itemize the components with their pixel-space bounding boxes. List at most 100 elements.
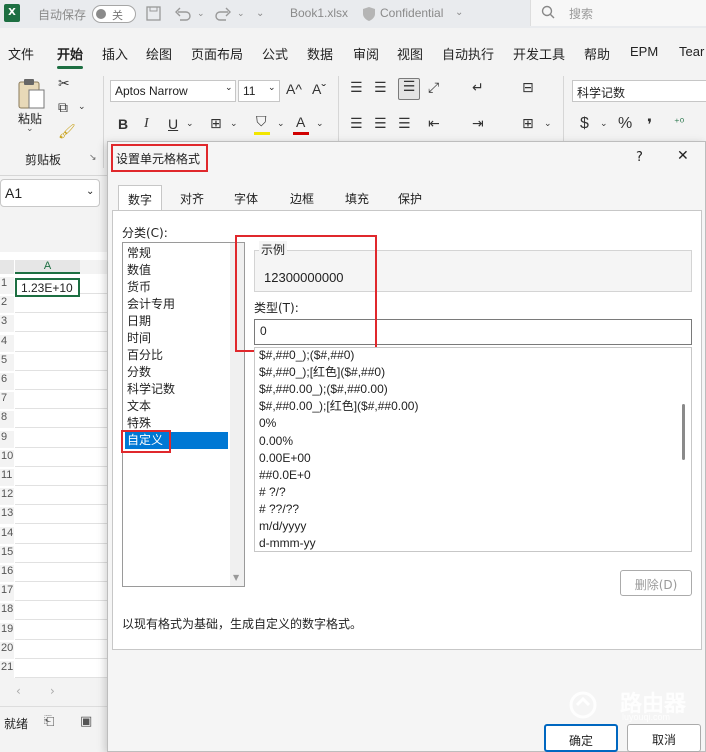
grid-row[interactable] xyxy=(15,373,110,390)
tab-font[interactable]: 字体 xyxy=(226,185,266,211)
italic-button[interactable]: I xyxy=(144,116,149,132)
format-item[interactable]: ##0.0E+0 xyxy=(259,467,311,484)
prev-sheet-icon[interactable]: ‹ xyxy=(16,684,21,698)
format-item[interactable]: d-mmm-yy xyxy=(259,535,316,551)
row-header[interactable]: 5 xyxy=(0,353,14,371)
shrink-font-icon[interactable]: Aˇ xyxy=(312,81,326,97)
menu-epm[interactable]: EPM xyxy=(630,44,658,59)
column-header-a[interactable]: A xyxy=(15,260,80,274)
row-header[interactable]: 2 xyxy=(0,296,14,314)
merge-dropdown-icon[interactable]: ⌄ xyxy=(544,119,552,129)
category-list[interactable]: 常规 数值 货币 会计专用 日期 时间 百分比 分数 科学记数 文本 特殊 自定义 ▼ xyxy=(122,242,245,587)
search-box[interactable]: 搜索 xyxy=(530,0,706,26)
underline-button[interactable]: U xyxy=(168,116,178,132)
undo-dropdown-icon[interactable]: ⌄ xyxy=(197,9,205,19)
tab-protection[interactable]: 保护 xyxy=(390,185,430,211)
sensitivity-label[interactable]: Confidential xyxy=(380,6,443,20)
redo-icon[interactable] xyxy=(214,6,232,22)
font-size-chevron-icon[interactable]: ⌄ xyxy=(268,83,276,93)
bold-button[interactable]: B xyxy=(118,116,128,132)
format-item[interactable]: $#,##0_);($#,##0) xyxy=(259,348,354,364)
menu-page-layout[interactable]: 页面布局 xyxy=(191,44,243,63)
grid-row[interactable] xyxy=(15,392,110,410)
comma-icon[interactable]: ❜ xyxy=(647,115,652,134)
increase-indent-icon[interactable]: ⇥ xyxy=(472,116,484,132)
menu-formulas[interactable]: 公式 xyxy=(262,44,288,63)
cut-icon[interactable]: ✂ xyxy=(58,76,70,92)
align-left-icon[interactable]: ☰ xyxy=(350,116,363,132)
format-item[interactable]: 0.00E+00 xyxy=(259,450,311,467)
merge-icon[interactable]: ⊞ xyxy=(522,116,534,132)
cell-a1[interactable]: 1.23E+10 xyxy=(15,278,80,297)
percent-icon[interactable]: % xyxy=(618,115,632,133)
close-icon[interactable]: ✕ xyxy=(677,148,689,164)
redo-dropdown-icon[interactable]: ⌄ xyxy=(237,9,245,19)
row-header[interactable]: 12 xyxy=(0,488,14,506)
chevron-down-icon[interactable]: ⌄ xyxy=(455,7,463,18)
menu-help[interactable]: 帮助 xyxy=(584,44,610,63)
row-header[interactable]: 15 xyxy=(0,545,14,563)
currency-dropdown-icon[interactable]: ⌄ xyxy=(600,119,608,129)
dialog-launcher-icon[interactable]: ↘ xyxy=(89,153,97,163)
menu-team[interactable]: Tear xyxy=(679,44,704,59)
grid-row[interactable] xyxy=(15,488,110,506)
menu-insert[interactable]: 插入 xyxy=(102,44,128,63)
category-item[interactable]: 科学记数 xyxy=(125,381,228,398)
category-item[interactable]: 文本 xyxy=(125,398,228,415)
name-box[interactable]: A1 xyxy=(0,179,100,207)
view-icon[interactable]: ▣ xyxy=(80,714,92,729)
grid-row[interactable] xyxy=(15,469,110,486)
tab-fill[interactable]: 填充 xyxy=(337,185,377,211)
copy-icon[interactable]: ⧉ xyxy=(58,100,68,116)
format-scrollbar[interactable] xyxy=(677,348,691,551)
category-item[interactable]: 常规 xyxy=(125,245,228,262)
grid-row[interactable] xyxy=(15,335,110,352)
select-all-corner[interactable] xyxy=(0,260,14,274)
format-painter-icon[interactable]: 🖌 xyxy=(58,124,76,140)
merge-center-icon[interactable]: ⊟ xyxy=(522,80,534,96)
format-list[interactable]: $#,##0_);($#,##0) $#,##0_);[红色]($#,##0) $#… xyxy=(254,347,692,552)
row-header[interactable]: 3 xyxy=(0,315,14,333)
align-middle-icon[interactable]: ☰ xyxy=(374,80,387,96)
grid-row[interactable] xyxy=(15,450,110,467)
row-header[interactable]: 11 xyxy=(0,469,14,486)
grid-row[interactable] xyxy=(15,642,110,659)
grid-row[interactable] xyxy=(15,296,110,314)
customize-toolbar-icon[interactable]: ⌄ xyxy=(256,8,264,19)
menu-draw[interactable]: 绘图 xyxy=(146,44,172,63)
grid-row[interactable] xyxy=(15,661,110,678)
row-header[interactable]: 13 xyxy=(0,507,14,525)
accessibility-icon[interactable]: ⎗ xyxy=(44,714,54,729)
currency-icon[interactable]: $ xyxy=(580,115,589,133)
cancel-button[interactable]: 取消 xyxy=(627,724,701,752)
align-top-icon[interactable]: ☰ xyxy=(350,80,363,96)
wrap-text-icon[interactable]: ↵ xyxy=(472,80,484,96)
menu-data[interactable]: 数据 xyxy=(307,44,333,63)
menu-file[interactable]: 文件 xyxy=(8,44,34,63)
category-item[interactable]: 货币 xyxy=(125,279,228,296)
row-header[interactable]: 19 xyxy=(0,622,14,640)
font-color-dropdown-icon[interactable]: ⌄ xyxy=(316,119,324,129)
underline-dropdown-icon[interactable]: ⌄ xyxy=(186,119,194,129)
fill-dropdown-icon[interactable]: ⌄ xyxy=(277,119,285,129)
font-name-select[interactable]: Aptos Narrow xyxy=(110,80,236,102)
row-header[interactable]: 7 xyxy=(0,392,14,410)
row-header[interactable]: 6 xyxy=(0,373,14,390)
row-header[interactable]: 1 xyxy=(0,277,14,294)
orientation-icon[interactable]: ⤢ xyxy=(428,80,439,96)
format-item[interactable]: # ?/? xyxy=(259,484,286,501)
paste-icon[interactable] xyxy=(16,78,46,110)
help-button[interactable]: ? xyxy=(636,150,643,165)
font-name-chevron-icon[interactable]: ⌄ xyxy=(225,83,233,93)
borders-dropdown-icon[interactable]: ⌄ xyxy=(230,119,238,129)
menu-review[interactable]: 审阅 xyxy=(353,44,379,63)
row-header[interactable]: 10 xyxy=(0,449,14,467)
scroll-thumb[interactable] xyxy=(682,404,685,460)
font-color-icon[interactable]: A xyxy=(296,114,305,130)
format-item[interactable]: $#,##0.00_);[红色]($#,##0.00) xyxy=(259,398,418,415)
row-header[interactable]: 8 xyxy=(0,411,14,429)
save-icon[interactable] xyxy=(146,6,162,22)
format-item[interactable]: # ??/?? xyxy=(259,501,299,518)
grid-row[interactable] xyxy=(15,315,110,333)
grid-row[interactable] xyxy=(15,354,110,371)
